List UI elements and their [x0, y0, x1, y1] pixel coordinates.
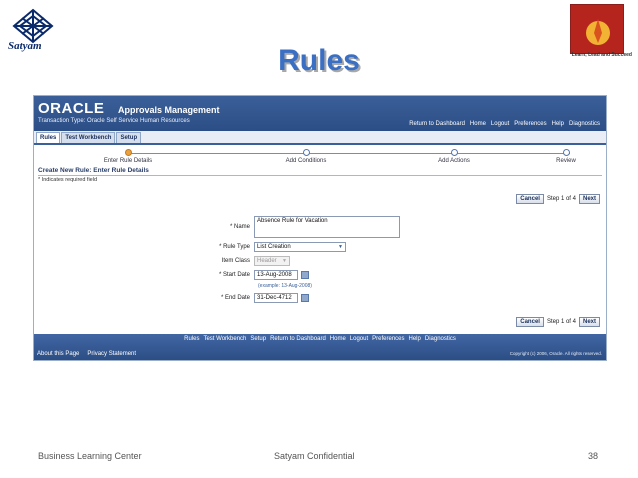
footer-link-home[interactable]: Home — [330, 336, 346, 342]
blc-tagline: Learn, Lead and Succeed — [571, 52, 632, 58]
process-train: Enter Rule Details Add Conditions Add Ac… — [34, 145, 606, 167]
date-example-hint: (example: 13-Aug-2008) — [258, 283, 312, 289]
train-dot-icon — [450, 149, 458, 156]
footer-link-diagnostics[interactable]: Diagnostics — [425, 336, 456, 342]
link-return-to-dashboard[interactable]: Return to Dashboard — [409, 121, 465, 127]
rule-type-value: List Creation — [257, 244, 291, 250]
start-date-row: * Start Date 13-Aug-2008 — [34, 270, 309, 280]
end-date-label: * End Date — [220, 295, 250, 301]
required-field-note: * Indicates required field — [38, 177, 98, 183]
oracle-app-window: ORACLE Approvals Management Transaction … — [33, 95, 607, 361]
train-dot-icon — [302, 149, 310, 156]
name-label: * Name — [229, 224, 250, 230]
item-class-label: Item Class — [221, 258, 250, 264]
copyright: Copyright (c) 2006, Oracle. All rights r… — [509, 351, 602, 356]
chevron-down-icon: ▼ — [282, 258, 287, 264]
rule-type-label: * Rule Type — [219, 244, 250, 250]
footer-center-text: Satyam Confidential — [274, 451, 355, 461]
blc-logo-icon — [570, 4, 624, 54]
step-indicator-bottom: Step 1 of 4 — [546, 319, 576, 325]
footer-left-text: Business Learning Center — [38, 451, 142, 461]
footer-link-preferences[interactable]: Preferences — [372, 336, 404, 342]
cancel-button-bottom[interactable]: Cancel — [516, 317, 544, 327]
footer-link-rules[interactable]: Rules — [184, 336, 199, 342]
page-number: 38 — [587, 451, 598, 461]
train-line — [126, 153, 570, 154]
link-privacy-statement[interactable]: Privacy Statement — [87, 351, 136, 357]
train-step-add-actions[interactable]: Add Actions — [414, 149, 494, 164]
train-step-add-conditions[interactable]: Add Conditions — [266, 149, 346, 164]
link-preferences[interactable]: Preferences — [514, 121, 546, 127]
footer-link-test-workbench[interactable]: Test Workbench — [203, 336, 246, 342]
train-step-enter-rule-details[interactable]: Enter Rule Details — [88, 149, 168, 164]
start-date-label: * Start Date — [218, 272, 250, 278]
start-date-input[interactable]: 13-Aug-2008 — [254, 270, 298, 280]
link-diagnostics[interactable]: Diagnostics — [569, 121, 600, 127]
item-class-value: Header — [257, 258, 277, 264]
next-button[interactable]: Next — [578, 194, 600, 204]
link-help[interactable]: Help — [552, 121, 564, 127]
rule-type-row: * Rule Type List Creation ▼ — [34, 242, 346, 252]
bottom-button-bar: Cancel Step 1 of 4 Next — [516, 317, 600, 327]
transaction-type: Transaction Type: Oracle Self Service Hu… — [38, 118, 190, 124]
app-footer: Rules Test Workbench Setup Return to Das… — [34, 334, 606, 360]
train-dot-icon — [124, 149, 132, 156]
train-dot-icon — [562, 149, 570, 156]
item-class-select: Header ▼ — [254, 256, 290, 266]
tab-bar: Rules Test Workbench Setup — [34, 131, 606, 145]
train-step-review[interactable]: Review — [526, 149, 606, 164]
tab-test-workbench[interactable]: Test Workbench — [61, 132, 116, 143]
rule-type-select[interactable]: List Creation ▼ — [254, 242, 346, 252]
app-title: Approvals Management — [118, 105, 220, 115]
app-header: ORACLE Approvals Management Transaction … — [34, 96, 606, 131]
footer-link-setup[interactable]: Setup — [250, 336, 266, 342]
global-links: Return to Dashboard Home Logout Preferen… — [409, 121, 600, 127]
oracle-logo: ORACLE — [38, 100, 105, 117]
link-logout[interactable]: Logout — [491, 121, 509, 127]
link-home[interactable]: Home — [470, 121, 486, 127]
item-class-row: Item Class Header ▼ — [34, 256, 290, 266]
tab-setup[interactable]: Setup — [116, 132, 142, 143]
end-date-input[interactable]: 31-Dec-4712 — [254, 293, 298, 303]
name-input[interactable]: Absence Rule for Vacation — [254, 216, 400, 238]
cancel-button[interactable]: Cancel — [516, 194, 544, 204]
calendar-icon[interactable] — [301, 271, 309, 279]
step-indicator: Step 1 of 4 — [546, 196, 576, 202]
footer-link-return-to-dashboard[interactable]: Return to Dashboard — [270, 336, 326, 342]
calendar-icon[interactable] — [301, 294, 309, 302]
link-about-this-page[interactable]: About this Page — [37, 351, 79, 357]
next-button-bottom[interactable]: Next — [578, 317, 600, 327]
top-button-bar: Cancel Step 1 of 4 Next — [516, 194, 600, 204]
tab-rules[interactable]: Rules — [36, 132, 61, 143]
end-date-row: * End Date 31-Dec-4712 — [34, 293, 309, 303]
footer-left-links: About this Page Privacy Statement — [37, 351, 136, 357]
slide-title: Rules — [278, 44, 360, 77]
chevron-down-icon: ▼ — [338, 244, 343, 250]
footer-link-logout[interactable]: Logout — [350, 336, 368, 342]
footer-links: Rules Test Workbench Setup Return to Das… — [34, 336, 606, 342]
name-row: * Name Absence Rule for Vacation — [34, 216, 400, 238]
footer-link-help[interactable]: Help — [409, 336, 421, 342]
region-title: Create New Rule: Enter Rule Details — [38, 167, 602, 176]
